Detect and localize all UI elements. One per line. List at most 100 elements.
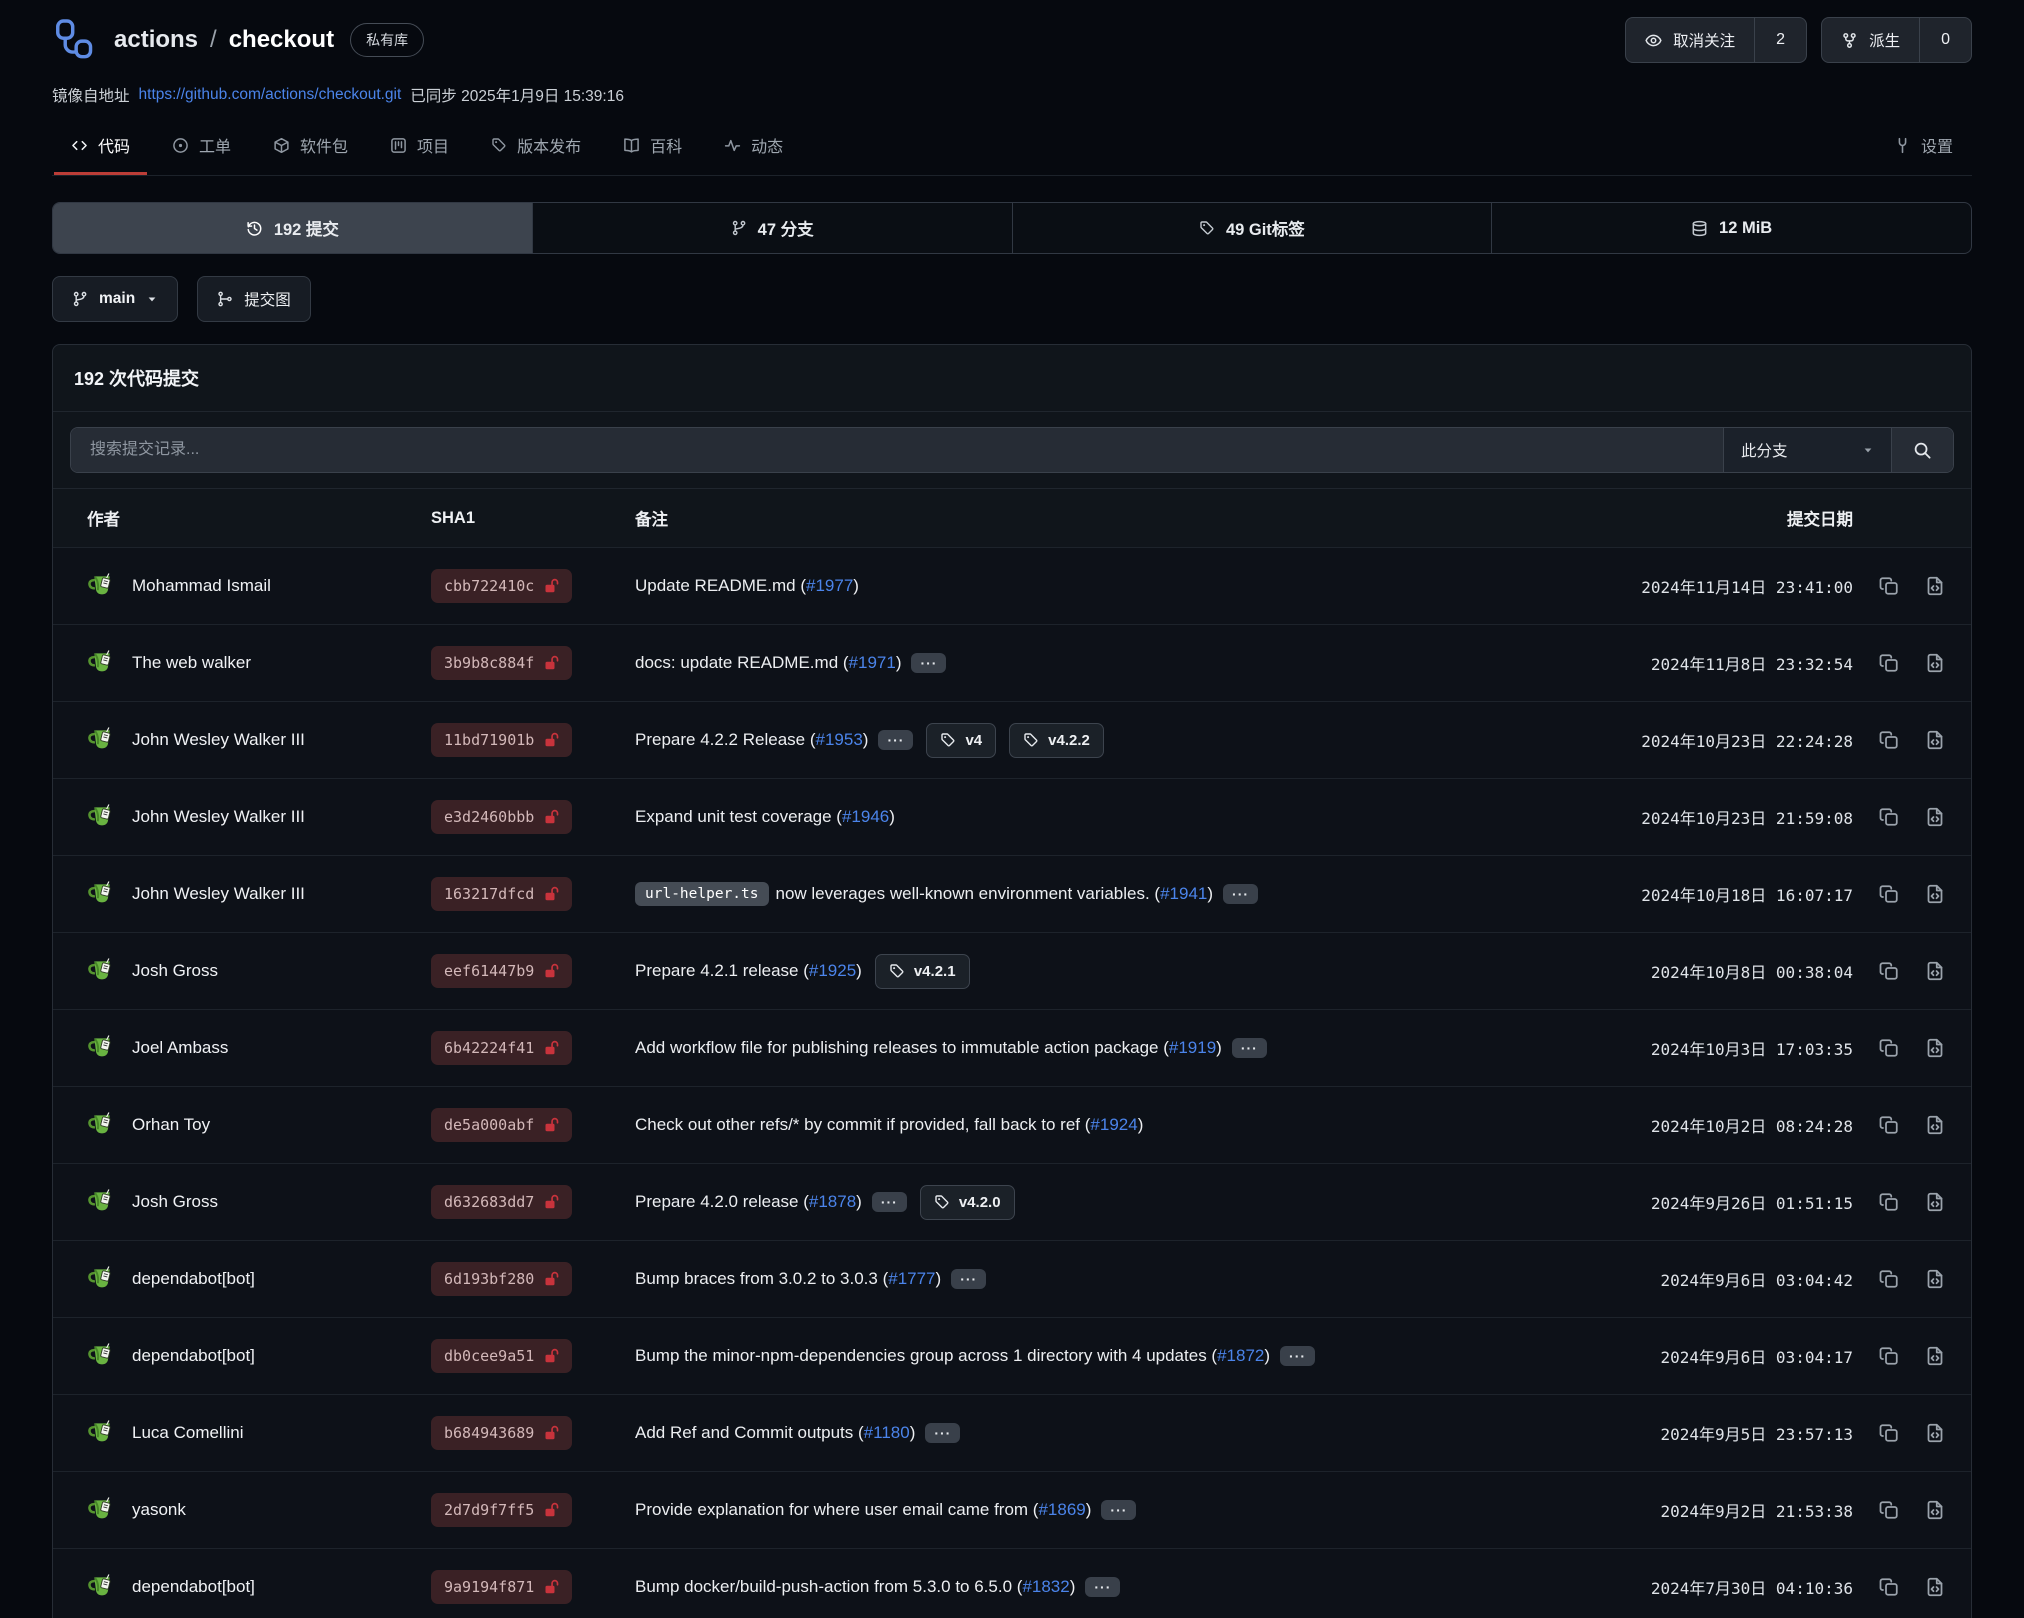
author-name[interactable]: dependabot[bot] [132, 1346, 255, 1366]
tab-activity[interactable]: 动态 [707, 120, 800, 175]
fork-button[interactable]: 派生 0 [1821, 17, 1972, 63]
expand-message-button[interactable]: ··· [1280, 1346, 1315, 1366]
copy-icon[interactable] [1879, 1577, 1899, 1597]
issue-link[interactable]: #1925 [809, 961, 856, 981]
commit-graph-button[interactable]: 提交图 [197, 276, 311, 322]
copy-icon[interactable] [1879, 1192, 1899, 1212]
expand-message-button[interactable]: ··· [1085, 1577, 1120, 1597]
expand-message-button[interactable]: ··· [878, 730, 913, 750]
issue-link[interactable]: #1180 [864, 1423, 910, 1443]
expand-message-button[interactable]: ··· [872, 1192, 907, 1212]
issue-link[interactable]: #1941 [1160, 884, 1207, 904]
repo-owner-link[interactable]: actions [114, 26, 198, 54]
author-name[interactable]: The web walker [132, 653, 251, 673]
release-tag-chip[interactable]: v4 [926, 723, 996, 758]
branch-scope-dropdown[interactable]: 此分支 [1723, 428, 1891, 472]
author-name[interactable]: Orhan Toy [132, 1115, 210, 1135]
stat-commits[interactable]: 192 提交 [53, 203, 532, 253]
search-button[interactable] [1891, 428, 1953, 472]
issue-link[interactable]: #1971 [849, 653, 896, 673]
author-name[interactable]: Josh Gross [132, 1192, 218, 1212]
issue-link[interactable]: #1924 [1090, 1115, 1137, 1135]
expand-message-button[interactable]: ··· [1232, 1038, 1267, 1058]
issue-link[interactable]: #1872 [1217, 1346, 1264, 1366]
commit-sha-link[interactable]: e3d2460bbb [431, 800, 572, 834]
expand-message-button[interactable]: ··· [911, 653, 946, 673]
stat-size[interactable]: 12 MiB [1491, 203, 1971, 253]
commit-sha-link[interactable]: 11bd71901b [431, 723, 572, 757]
file-code-icon[interactable] [1925, 807, 1945, 827]
issue-link[interactable]: #1946 [842, 807, 889, 827]
commit-sha-link[interactable]: eef61447b9 [431, 954, 572, 988]
copy-icon[interactable] [1879, 1346, 1899, 1366]
copy-icon[interactable] [1879, 807, 1899, 827]
issue-link[interactable]: #1869 [1038, 1500, 1085, 1520]
branch-selector[interactable]: main [52, 276, 178, 322]
author-name[interactable]: John Wesley Walker III [132, 884, 305, 904]
copy-icon[interactable] [1879, 1269, 1899, 1289]
stat-branches[interactable]: 47 分支 [532, 203, 1012, 253]
file-code-icon[interactable] [1925, 1346, 1945, 1366]
issue-link[interactable]: #1953 [816, 730, 863, 750]
tab-projects[interactable]: 项目 [373, 120, 466, 175]
issue-link[interactable]: #1919 [1169, 1038, 1216, 1058]
author-name[interactable]: Joel Ambass [132, 1038, 228, 1058]
commit-sha-link[interactable]: d632683dd7 [431, 1185, 572, 1219]
stat-tags[interactable]: 49 Git标签 [1012, 203, 1492, 253]
repo-avatar[interactable] [52, 17, 98, 63]
issue-link[interactable]: #1878 [809, 1192, 856, 1212]
copy-icon[interactable] [1879, 653, 1899, 673]
commit-sha-link[interactable]: b684943689 [431, 1416, 572, 1450]
search-input[interactable] [71, 428, 1723, 472]
copy-icon[interactable] [1879, 1038, 1899, 1058]
file-code-icon[interactable] [1925, 1423, 1945, 1443]
file-code-icon[interactable] [1925, 1192, 1945, 1212]
expand-message-button[interactable]: ··· [925, 1423, 960, 1443]
author-name[interactable]: Mohammad Ismail [132, 576, 271, 596]
unwatch-button[interactable]: 取消关注 2 [1625, 17, 1807, 63]
commit-sha-link[interactable]: 6b42224f41 [431, 1031, 572, 1065]
file-code-icon[interactable] [1925, 1577, 1945, 1597]
author-name[interactable]: John Wesley Walker III [132, 807, 305, 827]
copy-icon[interactable] [1879, 1115, 1899, 1135]
copy-icon[interactable] [1879, 884, 1899, 904]
file-code-icon[interactable] [1925, 576, 1945, 596]
author-name[interactable]: yasonk [132, 1500, 186, 1520]
release-tag-chip[interactable]: v4.2.2 [1009, 723, 1104, 758]
commit-sha-link[interactable]: 9a9194f871 [431, 1570, 572, 1604]
commit-sha-link[interactable]: 2d7d9f7ff5 [431, 1493, 572, 1527]
file-code-icon[interactable] [1925, 1269, 1945, 1289]
author-name[interactable]: dependabot[bot] [132, 1577, 255, 1597]
mirror-url-link[interactable]: https://github.com/actions/checkout.git [139, 86, 402, 104]
commit-sha-link[interactable]: 3b9b8c884f [431, 646, 572, 680]
copy-icon[interactable] [1879, 1423, 1899, 1443]
tab-settings[interactable]: 设置 [1877, 120, 1970, 175]
copy-icon[interactable] [1879, 961, 1899, 981]
tab-releases[interactable]: 版本发布 [474, 120, 598, 175]
issue-link[interactable]: #1777 [888, 1269, 935, 1289]
tab-issues[interactable]: 工单 [155, 120, 248, 175]
file-code-icon[interactable] [1925, 884, 1945, 904]
file-code-icon[interactable] [1925, 1038, 1945, 1058]
author-name[interactable]: Luca Comellini [132, 1423, 244, 1443]
file-code-icon[interactable] [1925, 961, 1945, 981]
file-code-icon[interactable] [1925, 1500, 1945, 1520]
commit-sha-link[interactable]: 6d193bf280 [431, 1262, 572, 1296]
expand-message-button[interactable]: ··· [1101, 1500, 1136, 1520]
commit-sha-link[interactable]: db0cee9a51 [431, 1339, 572, 1373]
copy-icon[interactable] [1879, 1500, 1899, 1520]
forks-count[interactable]: 0 [1919, 18, 1971, 62]
release-tag-chip[interactable]: v4.2.1 [875, 954, 970, 989]
copy-icon[interactable] [1879, 576, 1899, 596]
issue-link[interactable]: #1832 [1022, 1577, 1069, 1597]
commit-sha-link[interactable]: cbb722410c [431, 569, 572, 603]
issue-link[interactable]: #1977 [806, 576, 853, 596]
commit-sha-link[interactable]: de5a000abf [431, 1108, 572, 1142]
file-code-icon[interactable] [1925, 653, 1945, 673]
expand-message-button[interactable]: ··· [951, 1269, 986, 1289]
file-code-icon[interactable] [1925, 1115, 1945, 1135]
repo-name-link[interactable]: checkout [229, 26, 334, 54]
tab-code[interactable]: 代码 [54, 120, 147, 175]
release-tag-chip[interactable]: v4.2.0 [920, 1185, 1015, 1220]
author-name[interactable]: Josh Gross [132, 961, 218, 981]
